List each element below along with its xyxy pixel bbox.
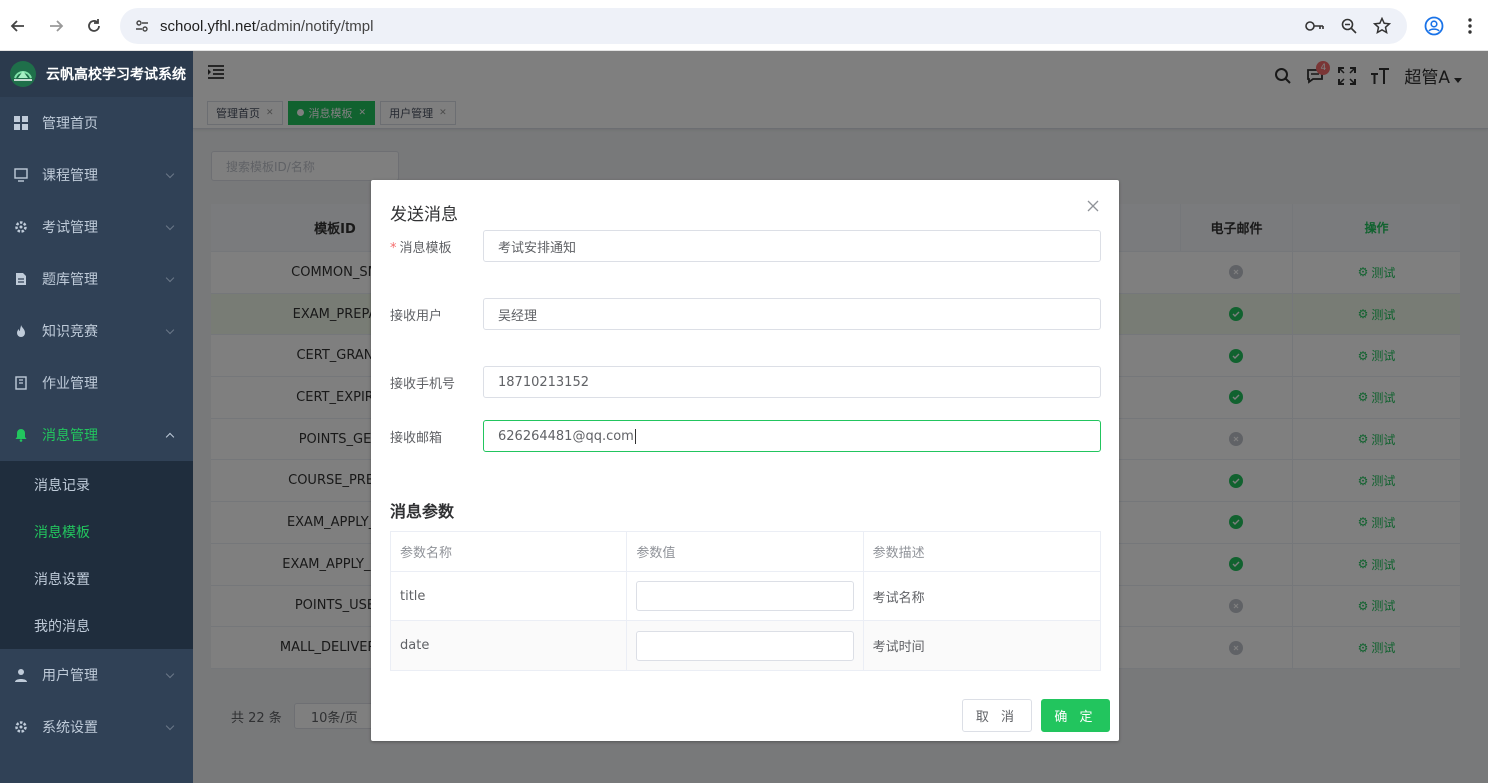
header-param-desc: 参数描述 bbox=[872, 546, 925, 561]
gear-icon bbox=[14, 220, 28, 234]
template-select[interactable]: 考试安排通知 bbox=[483, 230, 1101, 262]
email-value: 626264481@qq.com bbox=[498, 428, 634, 444]
chevron-down-icon bbox=[165, 273, 175, 283]
reload-icon[interactable] bbox=[82, 14, 106, 38]
phone-label: 接收手机号 bbox=[390, 376, 456, 392]
dialog-footer: 取 消 确 定 bbox=[962, 699, 1110, 732]
fire-icon bbox=[14, 324, 28, 338]
message-submenu: 消息记录 消息模板 消息设置 我的消息 bbox=[0, 461, 193, 649]
sidebar-item-label: 作业管理 bbox=[42, 376, 98, 392]
form-row-template: * 消息模板 考试安排通知 bbox=[390, 230, 1101, 262]
sidebar-item-dashboard[interactable]: 管理首页 bbox=[0, 97, 193, 149]
email-label: 接收邮箱 bbox=[390, 430, 443, 446]
sidebar-item-exam[interactable]: 考试管理 bbox=[0, 201, 193, 253]
sidebar-item-homework[interactable]: 作业管理 bbox=[0, 357, 193, 409]
param-name: date bbox=[391, 621, 628, 670]
param-value-cell bbox=[627, 572, 864, 620]
sidebar-item-label: 题库管理 bbox=[42, 272, 98, 288]
bell-icon bbox=[14, 428, 28, 442]
logo bbox=[10, 61, 36, 87]
book-icon bbox=[14, 376, 28, 390]
url-text: school.yfhl.net/admin/notify/tmpl bbox=[160, 17, 374, 35]
send-message-dialog: 发送消息 * 消息模板 考试安排通知 接收用户 吴经理 接收手机号 1871021… bbox=[371, 180, 1119, 741]
header-param-value: 参数值 bbox=[627, 532, 864, 571]
user-label: 接收用户 bbox=[390, 308, 443, 324]
confirm-button[interactable]: 确 定 bbox=[1041, 699, 1110, 732]
chevron-down-icon bbox=[165, 169, 175, 179]
sidebar-item-label: 考试管理 bbox=[42, 220, 98, 236]
text-caret bbox=[634, 428, 636, 444]
zoom-icon[interactable] bbox=[1341, 18, 1357, 34]
phone-field[interactable]: 18710213152 bbox=[483, 366, 1101, 398]
param-value-cell bbox=[627, 621, 864, 670]
sub-item-message-settings[interactable]: 消息设置 bbox=[0, 555, 193, 602]
close-icon[interactable] bbox=[1087, 200, 1099, 212]
sidebar-item-label: 管理首页 bbox=[42, 116, 98, 132]
table-row: date 考试时间 bbox=[391, 621, 1100, 670]
form-row-email: 接收邮箱 626264481@qq.com bbox=[390, 420, 1101, 452]
sidebar-item-message[interactable]: 消息管理 bbox=[0, 409, 193, 461]
sidebar-item-contest[interactable]: 知识竞赛 bbox=[0, 305, 193, 357]
sub-item-message-log[interactable]: 消息记录 bbox=[0, 461, 193, 508]
cancel-button[interactable]: 取 消 bbox=[962, 699, 1032, 732]
template-label: * 消息模板 bbox=[390, 240, 452, 256]
sidebar-item-label: 课程管理 bbox=[42, 168, 98, 184]
password-key-icon[interactable] bbox=[1305, 19, 1325, 33]
param-desc: 考试名称 bbox=[872, 590, 925, 606]
sidebar-item-course[interactable]: 课程管理 bbox=[0, 149, 193, 201]
param-value-input[interactable] bbox=[636, 630, 855, 661]
params-table: 参数名称 参数值 参数描述 title 考试名称 date 考试时间 bbox=[390, 531, 1101, 671]
chevron-up-icon bbox=[165, 432, 175, 442]
browser-toolbar: school.yfhl.net/admin/notify/tmpl bbox=[0, 0, 1488, 51]
dashboard-icon bbox=[14, 116, 28, 130]
email-field[interactable]: 626264481@qq.com bbox=[483, 420, 1101, 452]
sidebar-item-system[interactable]: 系统设置 bbox=[0, 701, 193, 753]
chevron-down-icon bbox=[165, 325, 175, 335]
params-section-title: 消息参数 bbox=[390, 502, 455, 521]
sidebar-item-label: 用户管理 bbox=[42, 668, 98, 684]
form-row-user: 接收用户 吴经理 bbox=[390, 298, 1101, 330]
dialog-title: 发送消息 bbox=[390, 205, 458, 225]
user-field[interactable]: 吴经理 bbox=[483, 298, 1101, 330]
document-icon bbox=[14, 272, 28, 286]
sub-item-my-messages[interactable]: 我的消息 bbox=[0, 602, 193, 649]
site-settings-icon[interactable] bbox=[134, 18, 150, 34]
param-value-input[interactable] bbox=[636, 581, 855, 611]
address-bar[interactable]: school.yfhl.net/admin/notify/tmpl bbox=[120, 8, 1407, 44]
user-icon bbox=[14, 668, 28, 682]
sidebar: 云帆高校学习考试系统 管理首页 课程管理 考试管理 题库管理 知识竞赛 作业管理… bbox=[0, 51, 193, 783]
param-desc: 考试时间 bbox=[872, 640, 925, 655]
profile-icon[interactable] bbox=[1424, 16, 1444, 40]
sub-item-message-template[interactable]: 消息模板 bbox=[0, 508, 193, 555]
monitor-icon bbox=[14, 168, 28, 182]
app-title: 云帆高校学习考试系统 bbox=[46, 67, 186, 83]
form-row-phone: 接收手机号 18710213152 bbox=[390, 366, 1101, 398]
param-name: title bbox=[391, 572, 628, 620]
chevron-down-icon bbox=[165, 669, 175, 679]
back-icon[interactable] bbox=[6, 14, 30, 38]
header-param-name: 参数名称 bbox=[391, 532, 628, 571]
table-row: title 考试名称 bbox=[391, 572, 1100, 621]
bookmark-star-icon[interactable] bbox=[1373, 17, 1391, 35]
brand: 云帆高校学习考试系统 bbox=[0, 51, 193, 97]
sidebar-item-label: 知识竞赛 bbox=[42, 324, 98, 340]
chevron-down-icon bbox=[165, 721, 175, 731]
forward-icon[interactable] bbox=[44, 14, 68, 38]
sidebar-item-label: 消息管理 bbox=[42, 428, 98, 444]
params-header: 参数名称 参数值 参数描述 bbox=[391, 532, 1100, 572]
browser-menu-icon[interactable] bbox=[1467, 17, 1473, 39]
chevron-down-icon bbox=[165, 221, 175, 231]
gear-icon bbox=[14, 720, 28, 734]
sidebar-item-users[interactable]: 用户管理 bbox=[0, 649, 193, 701]
sidebar-item-question-bank[interactable]: 题库管理 bbox=[0, 253, 193, 305]
sidebar-item-label: 系统设置 bbox=[42, 720, 98, 736]
